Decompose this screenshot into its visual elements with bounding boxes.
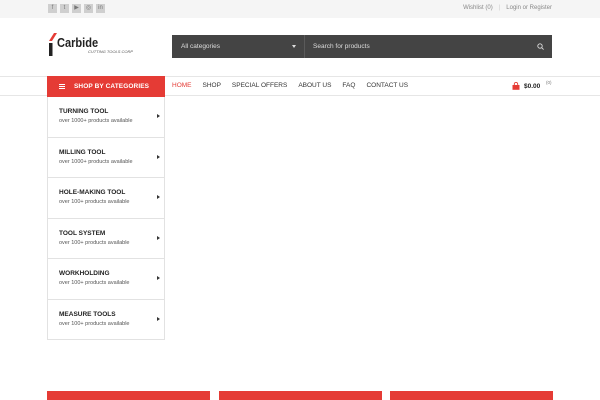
category-subtitle: over 100+ products available xyxy=(59,239,130,246)
promo-banner[interactable] xyxy=(219,391,382,400)
nav-contact-us[interactable]: CONTACT US xyxy=(366,82,408,89)
category-subtitle: over 100+ products available xyxy=(59,320,130,327)
wishlist-link[interactable]: Wishlist (0) xyxy=(463,5,493,11)
promo-banner[interactable] xyxy=(47,391,210,400)
category-title: TOOL SYSTEM xyxy=(59,229,106,237)
category-subtitle: over 100+ products available xyxy=(59,280,130,286)
chevron-right-icon xyxy=(157,316,160,321)
category-title: MEASURE TOOLS xyxy=(59,310,116,318)
category-item-workholding[interactable]: WORKHOLDING over 100+ products available xyxy=(48,259,164,300)
category-item-turning-tool[interactable]: TURNING TOOL over 1000+ products availab… xyxy=(48,97,164,138)
cart-count: (0) xyxy=(546,80,552,85)
category-select-value: All categories xyxy=(181,43,221,50)
logo[interactable]: Carbide CUTTING TOOLS CORP xyxy=(48,33,158,59)
category-title: TURNING TOOL xyxy=(59,108,109,115)
chevron-right-icon xyxy=(157,195,160,199)
nav-about-us[interactable]: ABOUT US xyxy=(298,82,331,89)
youtube-icon[interactable]: ▶ xyxy=(72,4,81,13)
chevron-right-icon xyxy=(157,276,160,280)
account-links: Wishlist (0) | Login or Register xyxy=(463,5,552,11)
logo-mark-icon xyxy=(49,33,57,56)
category-subtitle: over 1000+ products available xyxy=(59,158,133,165)
cart-button[interactable]: $0.00 (0) xyxy=(512,80,552,91)
category-title: WORKHOLDING xyxy=(59,270,110,277)
login-register-link[interactable]: Login or Register xyxy=(506,5,552,11)
category-item-tool-system[interactable]: TOOL SYSTEM over 100+ products available xyxy=(48,219,164,259)
category-title: MILLING TOOL xyxy=(59,148,106,156)
category-select[interactable]: All categories xyxy=(172,35,305,58)
category-subtitle: over 1000+ products available xyxy=(59,118,133,124)
chevron-right-icon xyxy=(157,114,160,118)
shop-by-categories-label: SHOP BY CATEGORIES xyxy=(74,83,150,90)
cart-total: $0.00 xyxy=(524,82,541,90)
search-icon xyxy=(537,43,544,50)
nav-home[interactable]: HOME xyxy=(172,82,192,89)
chevron-right-icon xyxy=(157,154,160,159)
logo-name: Carbide xyxy=(57,35,99,50)
category-item-measure-tools[interactable]: MEASURE TOOLS over 100+ products availab… xyxy=(48,300,164,341)
search-input[interactable] xyxy=(305,35,528,58)
nav-faq[interactable]: FAQ xyxy=(342,82,355,89)
twitter-icon[interactable]: t xyxy=(60,4,69,13)
nav-special-offers[interactable]: SPECIAL OFFERS xyxy=(232,82,287,89)
shopping-bag-icon xyxy=(512,82,520,90)
category-item-hole-making-tool[interactable]: HOLE-MAKING TOOL over 100+ products avai… xyxy=(48,178,164,219)
promo-banner[interactable] xyxy=(390,391,553,400)
header: Carbide CUTTING TOOLS CORP All categorie… xyxy=(0,18,600,76)
nav-shop[interactable]: SHOP xyxy=(203,82,221,89)
instagram-icon[interactable]: ◎ xyxy=(84,4,93,13)
linkedin-icon[interactable]: in xyxy=(96,4,105,13)
category-menu: TURNING TOOL over 1000+ products availab… xyxy=(47,97,165,340)
logo-tagline: CUTTING TOOLS CORP xyxy=(88,49,134,54)
chevron-right-icon xyxy=(157,235,160,240)
category-subtitle: over 100+ products available xyxy=(59,199,130,205)
facebook-icon[interactable]: f xyxy=(48,4,57,13)
main-nav: HOME SHOP SPECIAL OFFERS ABOUT US FAQ CO… xyxy=(172,82,408,89)
category-title: HOLE-MAKING TOOL xyxy=(59,189,126,196)
search-bar: All categories xyxy=(172,35,552,58)
top-bar: f t ▶ ◎ in Wishlist (0) | Login or Regis… xyxy=(0,0,600,18)
search-button[interactable] xyxy=(528,35,552,58)
separator: | xyxy=(498,5,501,11)
social-links: f t ▶ ◎ in xyxy=(48,4,105,13)
category-item-milling-tool[interactable]: MILLING TOOL over 1000+ products availab… xyxy=(48,138,164,178)
menu-icon xyxy=(59,84,65,89)
chevron-down-icon xyxy=(292,45,296,48)
shop-by-categories-button[interactable]: SHOP BY CATEGORIES xyxy=(47,76,165,97)
